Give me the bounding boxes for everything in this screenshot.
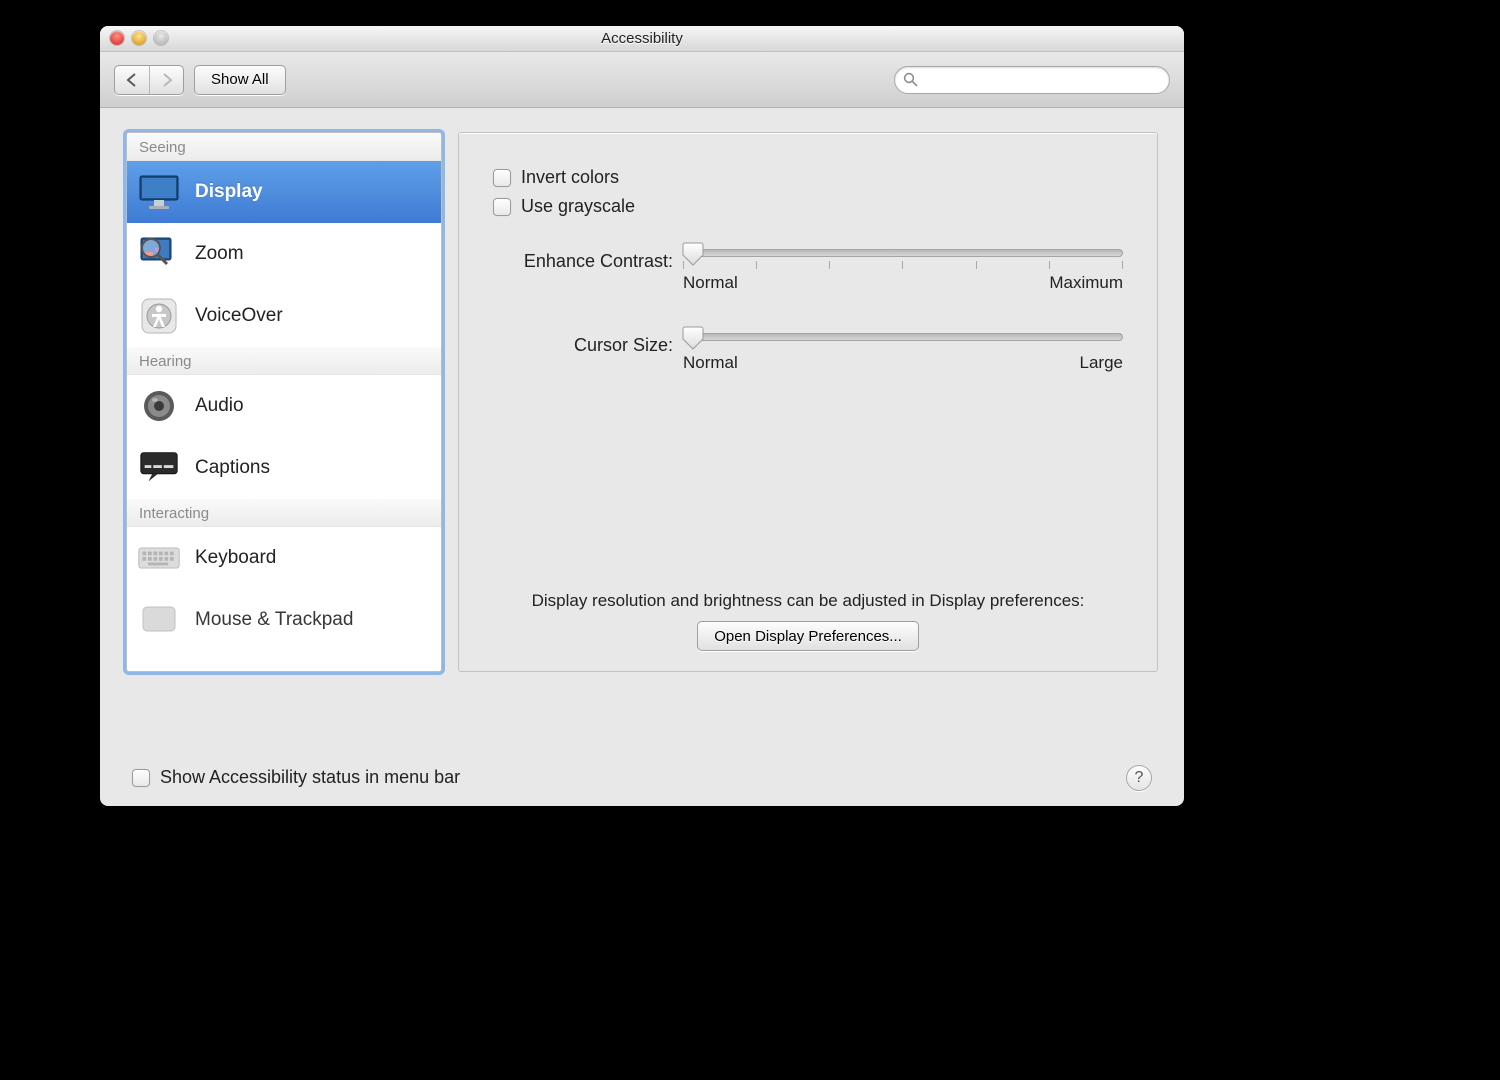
enhance-contrast-min-label: Normal	[683, 273, 738, 293]
sidebar-item-voiceover[interactable]: VoiceOver	[127, 285, 441, 347]
toolbar: Show All	[100, 52, 1184, 108]
cursor-size-max-label: Large	[1080, 353, 1123, 373]
show-status-checkbox[interactable]	[132, 769, 150, 787]
zoom-window-button[interactable]	[154, 31, 168, 45]
bottom-bar: Show Accessibility status in menu bar ?	[126, 757, 1158, 792]
enhance-contrast-row: Enhance Contrast:	[493, 249, 1123, 293]
enhance-contrast-label: Enhance Contrast:	[493, 249, 683, 272]
search-input[interactable]	[922, 70, 1161, 89]
title-bar: Accessibility	[100, 26, 1184, 52]
use-grayscale-checkbox[interactable]	[493, 198, 511, 216]
show-status-row[interactable]: Show Accessibility status in menu bar	[132, 763, 460, 792]
cursor-size-row: Cursor Size:	[493, 333, 1123, 373]
sidebar-item-label: Captions	[195, 457, 270, 479]
use-grayscale-label: Use grayscale	[521, 196, 635, 217]
slider-thumb[interactable]	[682, 325, 704, 351]
captions-icon	[137, 446, 181, 490]
help-icon: ?	[1135, 769, 1144, 787]
sidebar-item-display[interactable]: Display	[127, 161, 441, 223]
sidebar-item-mouse-trackpad[interactable]: Mouse & Trackpad	[127, 589, 441, 651]
category-header-hearing: Hearing	[127, 347, 441, 375]
content-area: Seeing Display	[100, 108, 1184, 806]
audio-icon	[137, 384, 181, 428]
keyboard-icon	[137, 536, 181, 580]
accessibility-category-list[interactable]: Seeing Display	[126, 132, 442, 672]
open-display-preferences-button[interactable]: Open Display Preferences...	[697, 621, 919, 651]
invert-colors-checkbox[interactable]	[493, 169, 511, 187]
enhance-contrast-ticks	[683, 261, 1123, 269]
sidebar-item-label: Zoom	[195, 243, 244, 265]
forward-button[interactable]	[149, 66, 183, 94]
zoom-icon	[137, 232, 181, 276]
cursor-size-slider[interactable]	[683, 333, 1123, 341]
category-header-interacting: Interacting	[127, 499, 441, 527]
forward-arrow-icon	[161, 73, 173, 87]
cursor-size-label: Cursor Size:	[493, 333, 683, 356]
sidebar-item-label: Mouse & Trackpad	[195, 609, 353, 631]
sidebar-item-label: Keyboard	[195, 547, 276, 569]
back-button[interactable]	[115, 66, 149, 94]
enhance-contrast-max-label: Maximum	[1049, 273, 1123, 293]
traffic-lights	[110, 31, 168, 45]
invert-colors-row[interactable]: Invert colors	[493, 163, 1123, 192]
search-icon	[903, 72, 918, 87]
invert-colors-label: Invert colors	[521, 167, 619, 188]
enhance-contrast-slider[interactable]	[683, 249, 1123, 257]
minimize-window-button[interactable]	[132, 31, 146, 45]
display-settings-pane: Invert colors Use grayscale Enhance Cont…	[458, 132, 1158, 672]
preferences-window: Accessibility Show All	[100, 26, 1184, 806]
use-grayscale-row[interactable]: Use grayscale	[493, 192, 1123, 221]
sidebar-item-keyboard[interactable]: Keyboard	[127, 527, 441, 589]
sidebar-item-audio[interactable]: Audio	[127, 375, 441, 437]
mouse-trackpad-icon	[137, 598, 181, 642]
sidebar-item-label: Display	[195, 181, 263, 203]
search-field[interactable]	[894, 66, 1170, 94]
display-prefs-hint: Display resolution and brightness can be…	[493, 591, 1123, 611]
help-button[interactable]: ?	[1126, 765, 1152, 791]
cursor-size-min-label: Normal	[683, 353, 738, 373]
slider-thumb[interactable]	[682, 241, 704, 267]
sidebar-item-label: VoiceOver	[195, 305, 283, 327]
window-title: Accessibility	[601, 30, 683, 47]
sidebar-item-label: Audio	[195, 395, 244, 417]
close-window-button[interactable]	[110, 31, 124, 45]
sidebar-item-captions[interactable]: Captions	[127, 437, 441, 499]
nav-back-forward	[114, 65, 184, 95]
category-header-seeing: Seeing	[127, 133, 441, 161]
show-status-label: Show Accessibility status in menu bar	[160, 767, 460, 788]
show-all-button[interactable]: Show All	[194, 65, 286, 95]
voiceover-icon	[137, 294, 181, 338]
display-icon	[137, 170, 181, 214]
back-arrow-icon	[126, 73, 138, 87]
sidebar-item-zoom[interactable]: Zoom	[127, 223, 441, 285]
